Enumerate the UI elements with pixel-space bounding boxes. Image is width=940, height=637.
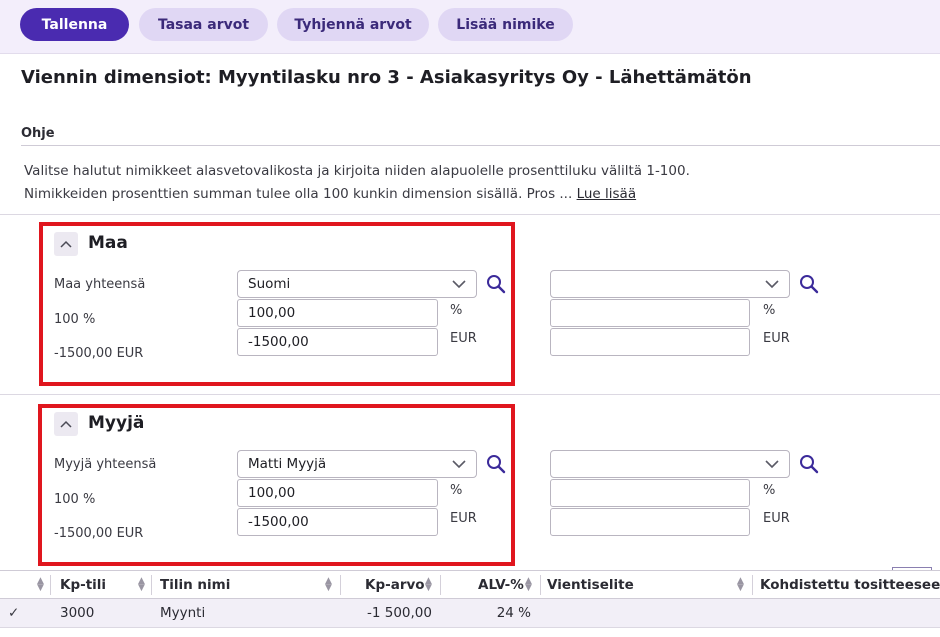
item-select-myyja-2[interactable] bbox=[550, 450, 790, 478]
collapse-button-maa[interactable] bbox=[54, 232, 78, 256]
help-text-line-2-text: Nimikkeiden prosenttien summan tulee oll… bbox=[24, 186, 573, 202]
column-header-account[interactable]: Kp-tili bbox=[60, 577, 106, 593]
cell-account-name: Myynti bbox=[160, 605, 206, 621]
table-row[interactable]: ✓ 3000 Myynti -1 500,00 24 % bbox=[0, 599, 940, 628]
chevron-up-icon bbox=[60, 240, 72, 248]
item-select-myyja-1[interactable]: Matti Myyjä bbox=[237, 450, 477, 478]
help-label: Ohje bbox=[21, 126, 55, 141]
column-separator[interactable] bbox=[340, 575, 341, 595]
cell-vat: 24 % bbox=[496, 605, 531, 621]
sort-icon[interactable]: ▲ ▼ bbox=[138, 577, 145, 593]
add-item-button[interactable]: Lisää nimike bbox=[438, 8, 573, 41]
currency-unit: EUR bbox=[763, 511, 790, 526]
column-separator[interactable] bbox=[540, 575, 541, 595]
search-icon[interactable] bbox=[486, 454, 506, 474]
column-header-account-name[interactable]: Tilin nimi bbox=[160, 577, 230, 593]
percent-unit: % bbox=[763, 303, 776, 318]
percent-total: 100 % bbox=[54, 312, 96, 327]
currency-unit: EUR bbox=[450, 331, 477, 346]
chevron-down-icon bbox=[452, 460, 466, 469]
percent-unit: % bbox=[450, 483, 463, 498]
cell-amount: -1 500,00 bbox=[367, 605, 432, 621]
percent-input-maa-2[interactable] bbox=[550, 299, 750, 327]
page-title: Viennin dimensiot: Myyntilasku nro 3 - A… bbox=[21, 67, 752, 88]
clear-values-button[interactable]: Tyhjennä arvot bbox=[277, 8, 429, 41]
percent-input-myyja-2[interactable] bbox=[550, 479, 750, 507]
amount-input-myyja-1[interactable]: -1500,00 bbox=[237, 508, 438, 536]
search-icon[interactable] bbox=[799, 454, 819, 474]
item-select-maa-2[interactable] bbox=[550, 270, 790, 298]
toolbar: Tallenna Tasaa arvot Tyhjennä arvot Lisä… bbox=[0, 0, 940, 54]
column-separator[interactable] bbox=[50, 575, 51, 595]
column-separator[interactable] bbox=[752, 575, 753, 595]
sort-icon[interactable]: ▲ ▼ bbox=[325, 577, 332, 593]
column-header-allocated[interactable]: Kohdistettu tositteeseen bbox=[760, 577, 940, 593]
amount-input-maa-1[interactable]: -1500,00 bbox=[237, 328, 438, 356]
divider bbox=[21, 145, 940, 146]
chevron-down-icon bbox=[452, 280, 466, 289]
checkmark-icon: ✓ bbox=[8, 605, 20, 621]
cell-account: 3000 bbox=[60, 605, 95, 621]
percent-unit: % bbox=[450, 303, 463, 318]
divider bbox=[0, 214, 940, 215]
sort-icon[interactable]: ▲ ▼ bbox=[425, 577, 432, 593]
help-text-line-2: Nimikkeiden prosenttien summan tulee oll… bbox=[24, 186, 636, 202]
amount-total: -1500,00 EUR bbox=[54, 526, 144, 541]
balance-values-button[interactable]: Tasaa arvot bbox=[139, 8, 268, 41]
amount-input-maa-2[interactable] bbox=[550, 328, 750, 356]
help-text-line-1: Valitse halutut nimikkeet alasvetovaliko… bbox=[24, 163, 690, 179]
sort-icon[interactable]: ▲ ▼ bbox=[525, 577, 532, 593]
column-header-vat[interactable]: ALV-% bbox=[478, 577, 524, 593]
chevron-down-icon bbox=[765, 460, 779, 469]
percent-input-myyja-1[interactable]: 100,00 bbox=[237, 479, 438, 507]
dimension-title-myyja: Myyjä bbox=[88, 413, 145, 433]
percent-unit: % bbox=[763, 483, 776, 498]
column-separator[interactable] bbox=[151, 575, 152, 595]
dimension-total-label: Maa yhteensä bbox=[54, 277, 146, 292]
read-more-link[interactable]: Lue lisää bbox=[577, 186, 637, 202]
search-icon[interactable] bbox=[799, 274, 819, 294]
percent-total: 100 % bbox=[54, 492, 96, 507]
item-select-value: Matti Myyjä bbox=[248, 456, 327, 472]
collapse-button-myyja[interactable] bbox=[54, 412, 78, 436]
column-separator[interactable] bbox=[440, 575, 441, 595]
search-icon[interactable] bbox=[486, 274, 506, 294]
column-header-amount[interactable]: Kp-arvo bbox=[365, 577, 425, 593]
amount-total: -1500,00 EUR bbox=[54, 346, 144, 361]
percent-input-maa-1[interactable]: 100,00 bbox=[237, 299, 438, 327]
column-header-description[interactable]: Vientiselite bbox=[547, 577, 634, 593]
amount-input-myyja-2[interactable] bbox=[550, 508, 750, 536]
save-button[interactable]: Tallenna bbox=[20, 8, 129, 41]
divider bbox=[0, 394, 940, 395]
dimension-title-maa: Maa bbox=[88, 233, 128, 253]
dimension-total-label: Myyjä yhteensä bbox=[54, 457, 157, 472]
currency-unit: EUR bbox=[450, 511, 477, 526]
sort-icon[interactable]: ▲ ▼ bbox=[737, 577, 744, 593]
item-select-maa-1[interactable]: Suomi bbox=[237, 270, 477, 298]
chevron-down-icon bbox=[765, 280, 779, 289]
currency-unit: EUR bbox=[763, 331, 790, 346]
chevron-up-icon bbox=[60, 420, 72, 428]
item-select-value: Suomi bbox=[248, 276, 291, 292]
grid-header: ▲ ▼ Kp-tili ▲ ▼ Tilin nimi ▲ ▼ Kp-arvo ▲ ▼ A… bbox=[0, 570, 940, 599]
sort-icon[interactable]: ▲ ▼ bbox=[37, 577, 44, 593]
